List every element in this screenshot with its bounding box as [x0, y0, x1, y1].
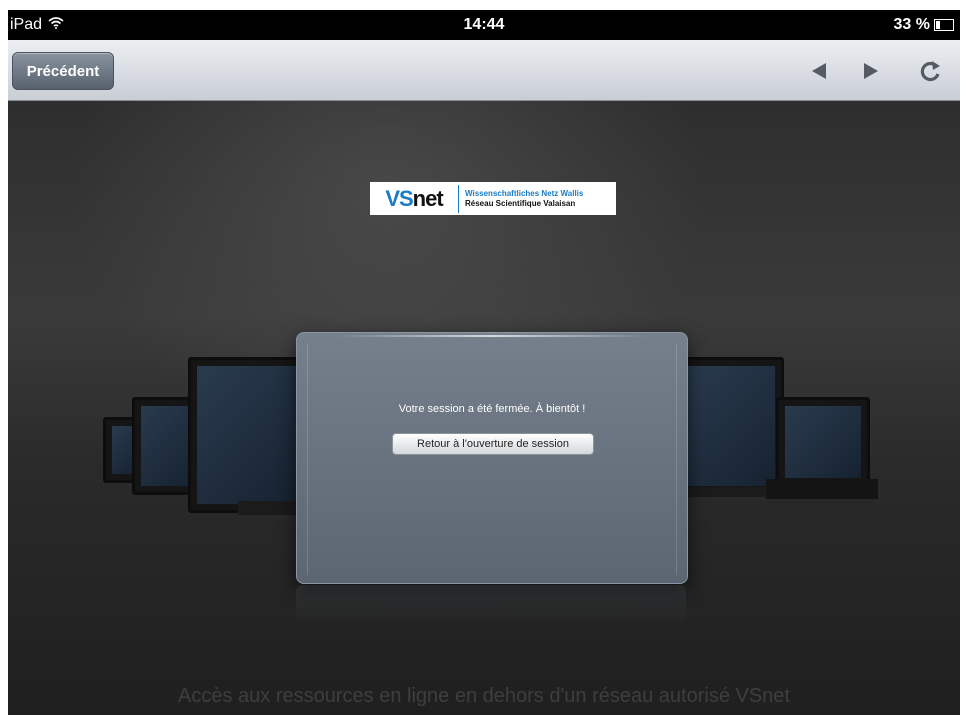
page-content: VSnet Wissenschaftliches Netz Wallis Rés… — [8, 101, 960, 715]
battery-icon — [934, 19, 954, 31]
forward-arrow-icon[interactable] — [858, 58, 884, 84]
return-to-login-button[interactable]: Retour à l'ouverture de session — [392, 433, 594, 455]
reload-icon[interactable] — [918, 58, 944, 84]
vsnet-logo: VSnet Wissenschaftliches Netz Wallis Rés… — [370, 182, 616, 215]
session-closed-message: Votre session a été fermée. À bientôt ! — [398, 403, 586, 415]
browser-toolbar: Précédent — [8, 40, 960, 101]
left-margin — [0, 0, 8, 715]
battery-percent: 33 % — [893, 16, 930, 33]
monitor-right-image — [676, 357, 784, 495]
right-margin — [960, 0, 968, 715]
status-bar: iPad 14:44 33 % — [8, 10, 960, 40]
back-button[interactable]: Précédent — [12, 52, 114, 90]
back-arrow-icon[interactable] — [806, 58, 832, 84]
monitor-left-image — [188, 357, 306, 513]
logout-dialog: Votre session a été fermée. À bientôt ! … — [296, 332, 688, 584]
clock: 14:44 — [463, 16, 505, 33]
laptop-image — [776, 397, 870, 487]
footer-text: Accès aux ressources en ligne en dehors … — [178, 685, 790, 707]
